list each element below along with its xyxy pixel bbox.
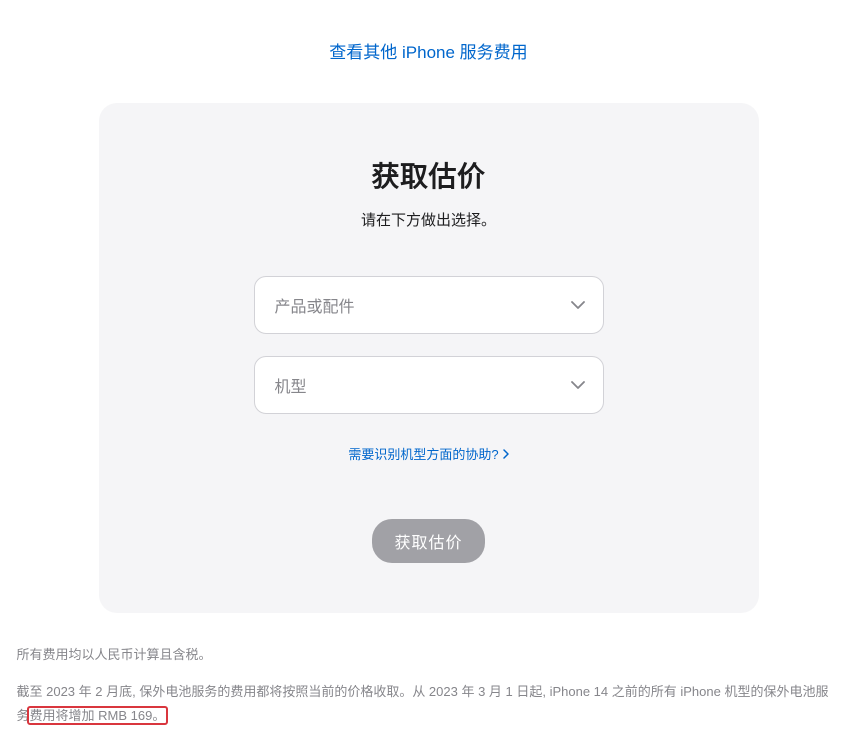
product-select-placeholder: 产品或配件 (275, 293, 583, 317)
identify-model-link[interactable]: 需要识别机型方面的协助? (348, 444, 508, 463)
model-select[interactable]: 机型 (254, 356, 604, 414)
card-title: 获取估价 (159, 155, 699, 195)
get-estimate-button[interactable]: 获取估价 (372, 519, 484, 563)
chevron-right-icon (503, 449, 509, 459)
product-select[interactable]: 产品或配件 (254, 276, 604, 334)
footnote-price-notice: 截至 2023 年 2 月底, 保外电池服务的费用都将按照当前的价格收取。从 2… (17, 680, 841, 727)
price-increase-highlight: 费用将增加 RMB 169。 (30, 708, 166, 723)
chevron-down-icon (571, 381, 585, 389)
chevron-down-icon (571, 301, 585, 309)
identify-model-label: 需要识别机型方面的协助? (348, 444, 498, 463)
card-subtitle: 请在下方做出选择。 (159, 209, 699, 230)
estimate-card: 获取估价 请在下方做出选择。 产品或配件 机型 需要识别机型方面的协助? 获取估… (99, 103, 759, 613)
footnote-section: 所有费用均以人民币计算且含税。 截至 2023 年 2 月底, 保外电池服务的费… (9, 643, 849, 727)
model-select-placeholder: 机型 (275, 373, 583, 397)
other-fees-link[interactable]: 查看其他 iPhone 服务费用 (329, 43, 527, 62)
